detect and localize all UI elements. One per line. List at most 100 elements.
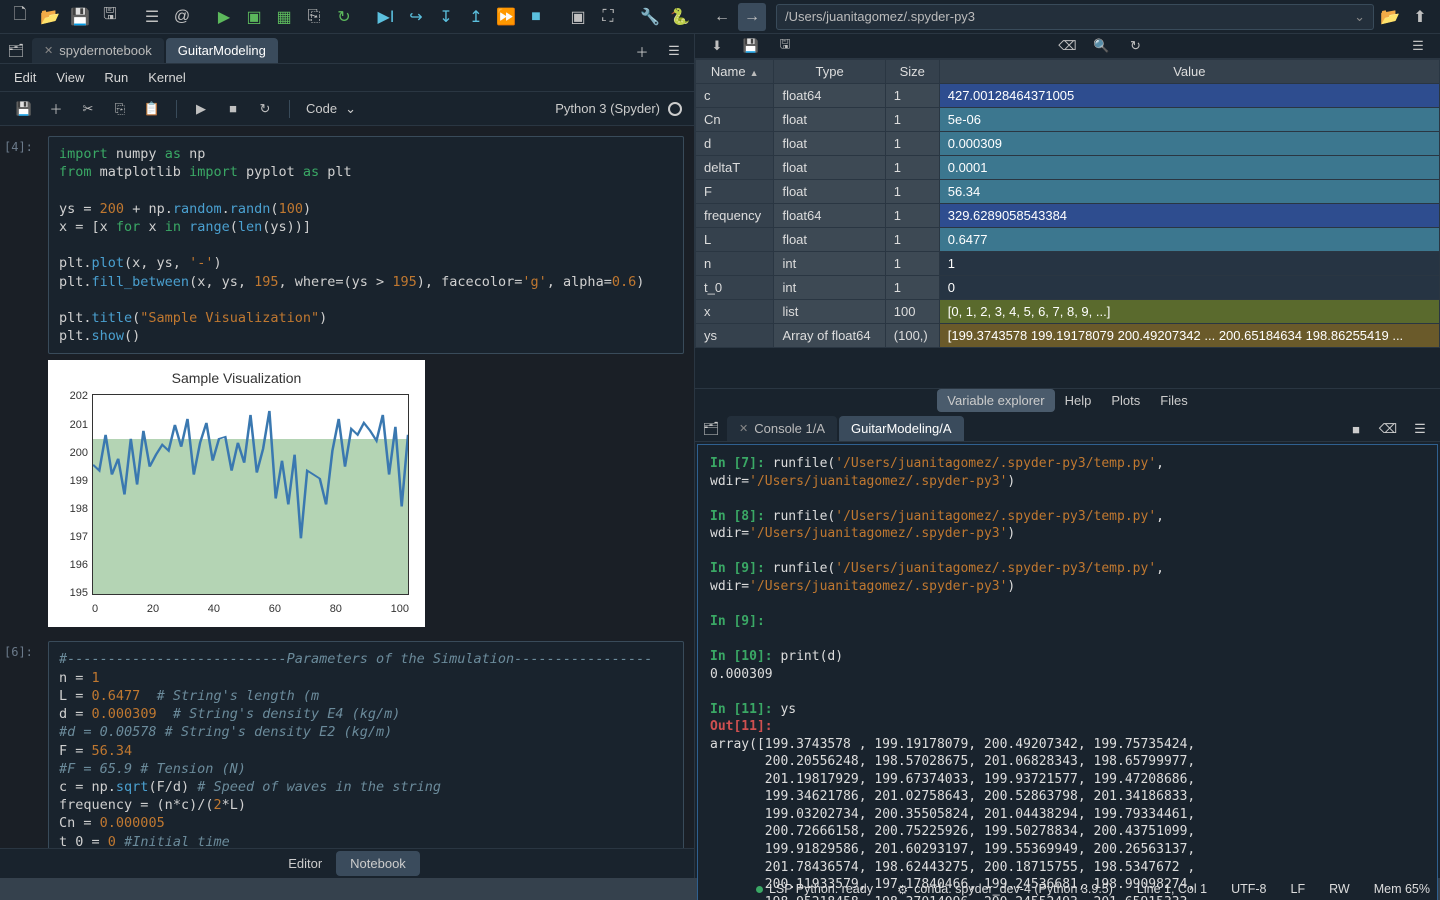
run-icon[interactable]: ▶	[210, 3, 238, 31]
python-path-icon[interactable]: 🐍	[666, 3, 694, 31]
varexp-row[interactable]: nint11	[696, 252, 1440, 276]
open-file-icon[interactable]: 📂	[36, 3, 64, 31]
pane-tab-help[interactable]: Help	[1055, 389, 1102, 412]
cell-code[interactable]: #---------------------------Parameters o…	[48, 641, 684, 848]
erase-icon[interactable]: ⌫	[1056, 34, 1080, 58]
browse-dir-icon[interactable]: 📂	[1376, 3, 1404, 31]
close-icon[interactable]: ✕	[44, 44, 53, 57]
col-type[interactable]: Type	[774, 60, 885, 84]
menu-edit[interactable]: Edit	[14, 70, 36, 85]
tab-menu-icon[interactable]: ☰	[662, 39, 686, 63]
console-tab-2[interactable]: GuitarModeling/A	[839, 416, 963, 441]
col-size[interactable]: Size	[885, 60, 939, 84]
run-cell-icon[interactable]: ▣	[240, 3, 268, 31]
code-cell[interactable]: [4]: import numpy as np from matplotlib …	[48, 136, 684, 627]
console-menu-icon[interactable]: ☰	[1408, 417, 1432, 441]
nb-restart-icon[interactable]: ↻	[253, 97, 277, 121]
status-cursor[interactable]: Line 1, Col 1	[1137, 882, 1207, 896]
varexp-row[interactable]: dfloat10.000309	[696, 132, 1440, 156]
varexp-toolbar: ⬇ 💾 🖫 ⌫ 🔍 ↻ ☰	[695, 34, 1440, 59]
bottom-tab-notebook[interactable]: Notebook	[336, 851, 420, 876]
search-icon[interactable]: 🔍	[1090, 34, 1114, 58]
status-lsp[interactable]: LSP Python: ready	[756, 882, 873, 896]
nb-copy-icon[interactable]: ⎘	[108, 97, 132, 121]
varexp-row[interactable]: ysArray of float64(100,)[199.3743578 199…	[696, 324, 1440, 348]
new-file-icon[interactable]: 🗋	[6, 3, 34, 31]
col-value[interactable]: Value	[939, 60, 1439, 84]
right-pane-tabs: Variable explorer Help Plots Files	[695, 389, 1440, 412]
clear-console-icon[interactable]: ⌫	[1376, 417, 1400, 441]
code-cell[interactable]: [6]: #---------------------------Paramet…	[48, 641, 684, 848]
step-out-icon[interactable]: ↥	[462, 3, 490, 31]
browse-tabs-icon[interactable]: 🗂	[699, 417, 723, 441]
nb-run-icon[interactable]: ▶	[189, 97, 213, 121]
varexp-row[interactable]: t_0int10	[696, 276, 1440, 300]
menu-run[interactable]: Run	[104, 70, 128, 85]
save-icon[interactable]: 💾	[66, 3, 94, 31]
maximize-pane-icon[interactable]: ▣	[564, 3, 592, 31]
options-icon[interactable]: ☰	[1406, 34, 1430, 58]
varexp-row[interactable]: cfloat641427.00128464371005	[696, 84, 1440, 108]
nb-stop-icon[interactable]: ■	[221, 97, 245, 121]
rerun-icon[interactable]: ↻	[330, 3, 358, 31]
working-dir-field[interactable]: /Users/juanitagomez/.spyder-py3 ⌄	[776, 4, 1374, 30]
fullscreen-icon[interactable]: ⛶	[594, 3, 622, 31]
status-conda[interactable]: ⚙ conda: spyder_dev-4 (Python 3.9.5)	[897, 882, 1113, 897]
status-encoding[interactable]: UTF-8	[1231, 882, 1266, 896]
nb-cut-icon[interactable]: ✂	[76, 97, 100, 121]
stop-debug-icon[interactable]: ■	[522, 3, 550, 31]
stop-kernel-icon[interactable]: ■	[1344, 417, 1368, 441]
main-toolbar: 🗋 📂 💾 🖫 ☰ @ ▶ ▣ ▦ ⎘ ↻ ▶Ⅰ ↪ ↧ ↥ ⏩ ■ ▣ ⛶ 🔧…	[0, 0, 1440, 34]
debug-icon[interactable]: ▶Ⅰ	[372, 3, 400, 31]
tab-guitarmodeling[interactable]: GuitarModeling	[166, 38, 278, 63]
at-icon[interactable]: @	[168, 3, 196, 31]
browse-tabs-icon[interactable]: 🗂	[4, 39, 28, 63]
dropdown-icon[interactable]: ⌄	[1354, 9, 1365, 25]
status-mem[interactable]: Mem 65%	[1374, 882, 1430, 896]
varexp-row[interactable]: deltaTfloat10.0001	[696, 156, 1440, 180]
col-name[interactable]: Name▲	[696, 60, 774, 84]
console-output[interactable]: In [7]: runfile('/Users/juanitagomez/.sp…	[697, 444, 1438, 900]
preferences-icon[interactable]: 🔧	[636, 3, 664, 31]
outline-icon[interactable]: ☰	[138, 3, 166, 31]
varexp-row[interactable]: frequencyfloat641329.6289058543384	[696, 204, 1440, 228]
run-selection-icon[interactable]: ⎘	[300, 3, 328, 31]
refresh-icon[interactable]: ↻	[1124, 34, 1148, 58]
bottom-tab-editor[interactable]: Editor	[274, 851, 336, 876]
save-data-icon[interactable]: 💾	[739, 34, 763, 58]
notebook-body[interactable]: [4]: import numpy as np from matplotlib …	[0, 126, 694, 848]
pane-tab-files[interactable]: Files	[1150, 389, 1197, 412]
console-tab-1[interactable]: ✕ Console 1/A	[727, 416, 837, 441]
import-data-icon[interactable]: ⬇	[705, 34, 729, 58]
save-as-icon[interactable]: 🖫	[773, 34, 797, 58]
nb-add-cell-icon[interactable]: ＋	[44, 97, 68, 121]
status-mode[interactable]: RW	[1329, 882, 1350, 896]
varexp-row[interactable]: Ffloat156.34	[696, 180, 1440, 204]
step-into-icon[interactable]: ↧	[432, 3, 460, 31]
varexp-table[interactable]: Name▲ Type Size Value cfloat641427.00128…	[695, 59, 1440, 348]
continue-icon[interactable]: ⏩	[492, 3, 520, 31]
step-over-icon[interactable]: ↪	[402, 3, 430, 31]
pane-tab-varexp[interactable]: Variable explorer	[937, 389, 1054, 412]
varexp-row[interactable]: xlist100[0, 1, 2, 3, 4, 5, 6, 7, 8, 9, .…	[696, 300, 1440, 324]
forward-icon[interactable]: →	[738, 3, 766, 31]
cell-type-select[interactable]: Code ⌄	[302, 99, 360, 119]
cell-code[interactable]: import numpy as np from matplotlib impor…	[48, 136, 684, 354]
close-icon[interactable]: ✕	[739, 422, 748, 435]
status-eol[interactable]: LF	[1291, 882, 1306, 896]
menu-view[interactable]: View	[56, 70, 84, 85]
back-icon[interactable]: ←	[708, 3, 736, 31]
varexp-row[interactable]: Cnfloat15e-06	[696, 108, 1440, 132]
menu-kernel[interactable]: Kernel	[148, 70, 186, 85]
new-tab-icon[interactable]: ＋	[630, 39, 654, 63]
nb-paste-icon[interactable]: 📋	[140, 97, 164, 121]
parent-dir-icon[interactable]: ⬆	[1406, 3, 1434, 31]
tab-spydernotebook[interactable]: ✕ spydernotebook	[32, 38, 164, 63]
save-all-icon[interactable]: 🖫	[96, 3, 124, 31]
cell-prompt: [6]:	[4, 645, 33, 659]
varexp-row[interactable]: Lfloat10.6477	[696, 228, 1440, 252]
run-cell-advance-icon[interactable]: ▦	[270, 3, 298, 31]
pane-tab-plots[interactable]: Plots	[1101, 389, 1150, 412]
kernel-label: Python 3 (Spyder)	[555, 101, 660, 116]
nb-save-icon[interactable]: 💾	[12, 97, 36, 121]
